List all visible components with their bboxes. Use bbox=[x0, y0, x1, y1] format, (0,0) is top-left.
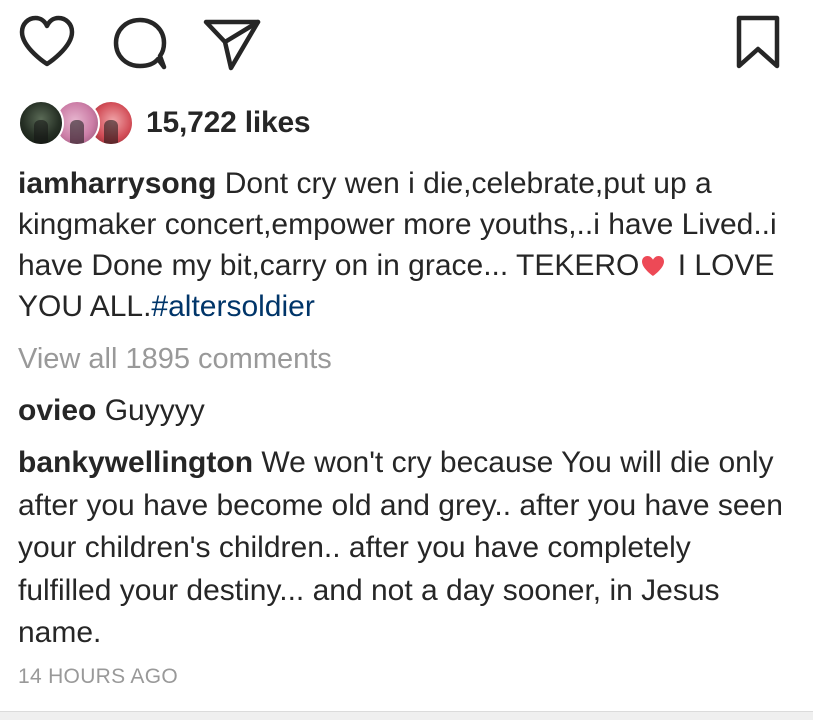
share-button[interactable] bbox=[202, 18, 262, 77]
paper-plane-icon bbox=[203, 19, 261, 71]
like-button[interactable] bbox=[18, 14, 76, 73]
comment-button[interactable] bbox=[111, 15, 169, 76]
comment-username[interactable]: bankywellington bbox=[18, 446, 253, 479]
view-all-comments-link[interactable]: View all 1895 comments bbox=[18, 343, 332, 376]
red-heart-emoji-icon bbox=[642, 256, 665, 276]
liker-avatars[interactable] bbox=[18, 100, 134, 146]
save-button[interactable] bbox=[735, 14, 781, 75]
comment-icon bbox=[113, 17, 167, 70]
heart-icon bbox=[19, 15, 75, 67]
comment: ovieo Guyyyy bbox=[18, 390, 205, 431]
post-action-bar bbox=[18, 14, 795, 73]
divider bbox=[0, 711, 813, 720]
comment-text: Guyyyy bbox=[104, 394, 205, 427]
avatar bbox=[18, 100, 64, 146]
hashtag-link[interactable]: #altersoldier bbox=[151, 290, 314, 323]
post-caption: iamharrysong Dont cry wen i die,celebrat… bbox=[18, 163, 788, 327]
likes-count[interactable]: 15,722 likes bbox=[146, 106, 311, 140]
bookmark-icon bbox=[736, 15, 780, 69]
caption-username[interactable]: iamharrysong bbox=[18, 167, 216, 200]
comment-username[interactable]: ovieo bbox=[18, 394, 96, 427]
comment: bankywellington We won't cry because You… bbox=[18, 442, 788, 655]
post-timestamp: 14 HOURS AGO bbox=[18, 665, 178, 688]
likes-row: 15,722 likes bbox=[18, 100, 311, 146]
